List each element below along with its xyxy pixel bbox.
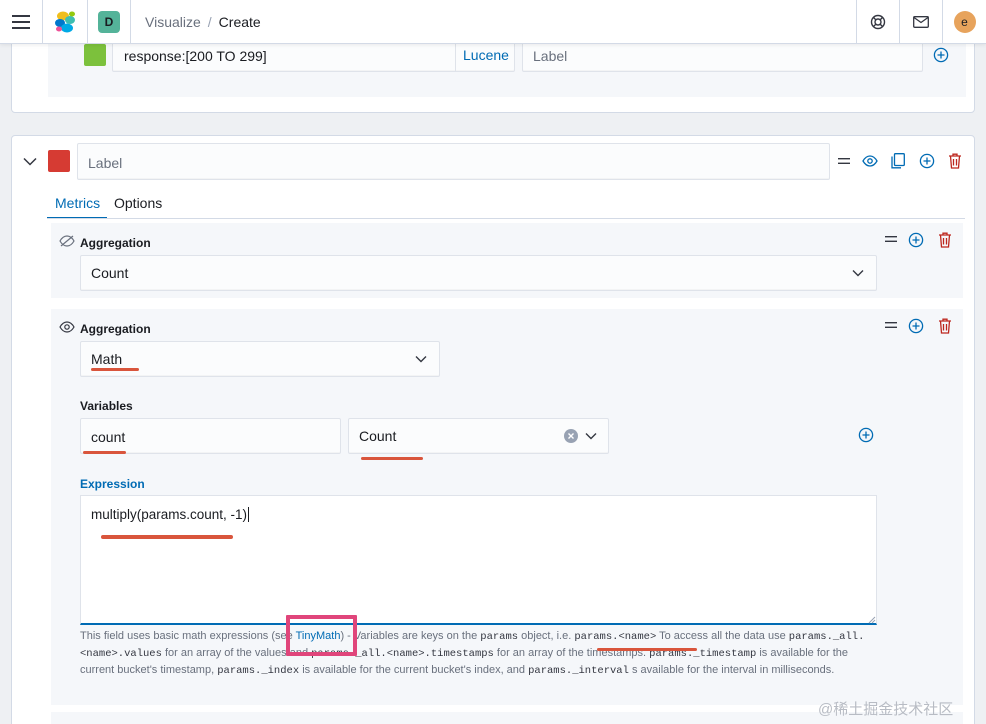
variable-metric-value: Count — [359, 428, 397, 444]
expression-label: Expression — [80, 477, 145, 491]
annotation-underline — [101, 535, 233, 539]
user-menu[interactable]: e — [943, 0, 986, 44]
add-aggregation-icon[interactable] — [908, 232, 924, 248]
series-color-swatch[interactable] — [48, 150, 70, 172]
variables-label: Variables — [80, 399, 133, 413]
clone-icon[interactable] — [890, 152, 906, 170]
aggregation-1-value: Count — [91, 265, 129, 281]
top-nav-bar: D Visualize / Create e — [0, 0, 986, 44]
aggregation-2-select[interactable] — [80, 341, 440, 377]
aggregation-2-title: Aggregation — [80, 322, 151, 336]
mail-icon[interactable] — [900, 0, 942, 44]
chevron-down-icon[interactable] — [22, 153, 38, 169]
annotation-underline — [91, 368, 139, 371]
tab-options[interactable]: Options — [114, 195, 162, 211]
filter-query-value: response:[200 TO 299] — [124, 48, 267, 64]
drag-handle-icon[interactable] — [884, 318, 898, 332]
resize-handle-icon[interactable] — [866, 614, 876, 624]
query-language-button[interactable]: Lucene — [463, 47, 509, 63]
annotation-highlight-box — [286, 615, 357, 656]
clear-icon[interactable] — [563, 428, 579, 444]
annotation-underline — [361, 457, 423, 460]
variable-name-value: count — [91, 429, 126, 445]
breadcrumb: Visualize / Create — [145, 0, 261, 44]
add-filter-icon[interactable] — [933, 47, 949, 63]
chevron-down-icon[interactable] — [414, 353, 428, 365]
breadcrumb-visualize[interactable]: Visualize — [145, 14, 201, 30]
watermark: @稀土掘金技术社区 — [818, 701, 954, 718]
tab-metrics[interactable]: Metrics — [55, 195, 100, 211]
annotation-underline — [83, 451, 126, 454]
eye-closed-icon[interactable] — [59, 234, 75, 248]
series-label-input[interactable] — [77, 143, 830, 180]
elastic-logo-icon[interactable] — [43, 0, 87, 44]
chevron-down-icon[interactable] — [584, 430, 598, 442]
menu-icon[interactable] — [0, 0, 42, 44]
breadcrumb-create: Create — [218, 14, 261, 30]
add-series-icon[interactable] — [919, 153, 935, 169]
delete-aggregation-icon[interactable] — [937, 317, 953, 334]
series-label-placeholder: Label — [88, 155, 123, 171]
add-aggregation-icon[interactable] — [908, 318, 924, 334]
help-icon[interactable] — [857, 0, 899, 44]
chevron-down-icon[interactable] — [851, 267, 865, 279]
drag-handle-icon[interactable] — [884, 232, 898, 246]
aggregation-2-value: Math — [91, 351, 123, 367]
space-selector[interactable]: D — [88, 0, 130, 44]
annotation-underline — [597, 648, 697, 651]
drag-handle-icon[interactable] — [837, 154, 851, 168]
breadcrumb-separator: / — [207, 14, 212, 30]
eye-icon[interactable] — [59, 320, 75, 334]
filter-color-swatch[interactable] — [84, 44, 106, 66]
delete-series-icon[interactable] — [947, 152, 963, 169]
aggregation-1-select[interactable] — [80, 255, 877, 291]
user-avatar[interactable]: e — [953, 11, 976, 33]
aggregation-1-title: Aggregation — [80, 236, 151, 250]
add-variable-icon[interactable] — [858, 427, 874, 443]
eye-icon[interactable] — [862, 153, 878, 169]
delete-aggregation-icon[interactable] — [937, 231, 953, 248]
expression-help-text: This field uses basic math expressions (… — [80, 630, 865, 677]
space-avatar[interactable]: D — [98, 11, 120, 33]
filter-label-placeholder: Label — [533, 48, 568, 64]
expression-value: multiply(params.count, -1) — [91, 507, 250, 522]
